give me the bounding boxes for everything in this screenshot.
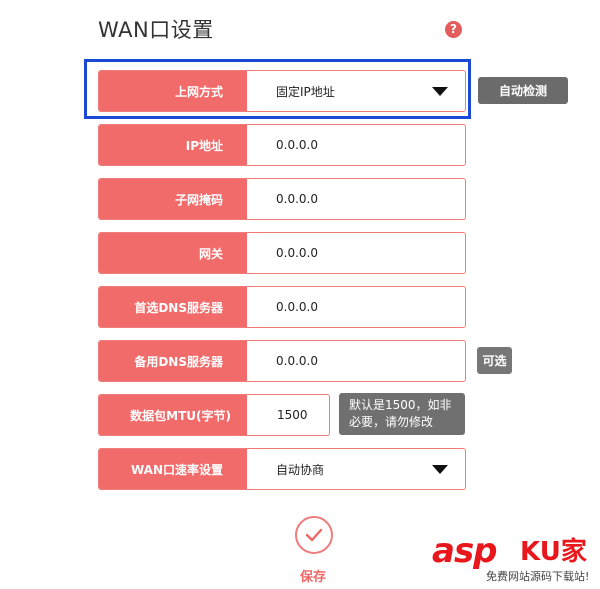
gateway-label: 网关 xyxy=(99,233,247,273)
mtu-field[interactable]: 数据包MTU(字节) 1500 xyxy=(98,394,330,436)
mtu-tip-line2: 必要，请勿修改 xyxy=(349,415,434,429)
connection-type-value[interactable]: 固定IP地址 xyxy=(276,71,335,111)
help-icon[interactable]: ? xyxy=(445,21,462,38)
gateway-field[interactable]: 网关 0.0.0.0 xyxy=(98,232,466,274)
ip-address-field[interactable]: IP地址 0.0.0.0 xyxy=(98,124,466,166)
secondary-dns-field[interactable]: 备用DNS服务器 0.0.0.0 xyxy=(98,340,466,382)
watermark-asp: asp xyxy=(432,531,498,571)
gateway-input[interactable]: 0.0.0.0 xyxy=(276,233,318,273)
watermark-subtitle: 免费网站源码下载站! xyxy=(486,570,590,583)
checkmark-icon xyxy=(305,528,323,542)
wan-speed-select[interactable]: WAN口速率设置 自动协商 xyxy=(98,448,466,490)
watermark-logo: asp KU家 免费网站源码下载站! xyxy=(432,531,592,583)
chevron-down-icon[interactable] xyxy=(432,465,448,474)
wan-speed-label: WAN口速率设置 xyxy=(99,449,247,489)
auto-detect-button[interactable]: 自动检测 xyxy=(478,77,568,104)
mtu-tip: 默认是1500，如非 必要，请勿修改 xyxy=(339,393,465,435)
optional-badge: 可选 xyxy=(477,347,512,374)
subnet-mask-field[interactable]: 子网掩码 0.0.0.0 xyxy=(98,178,466,220)
primary-dns-input[interactable]: 0.0.0.0 xyxy=(276,287,318,327)
ip-address-label: IP地址 xyxy=(99,125,247,165)
primary-dns-label: 首选DNS服务器 xyxy=(99,287,247,327)
mtu-input[interactable]: 1500 xyxy=(277,395,308,435)
subnet-mask-label: 子网掩码 xyxy=(99,179,247,219)
subnet-mask-input[interactable]: 0.0.0.0 xyxy=(276,179,318,219)
connection-type-label: 上网方式 xyxy=(99,71,247,111)
page-title: WAN口设置 xyxy=(98,18,214,42)
chevron-down-icon[interactable] xyxy=(432,87,448,96)
save-label[interactable]: 保存 xyxy=(300,566,326,585)
wan-speed-value[interactable]: 自动协商 xyxy=(276,449,324,489)
watermark-ku: KU家 xyxy=(520,537,587,567)
ip-address-input[interactable]: 0.0.0.0 xyxy=(276,125,318,165)
connection-type-select[interactable]: 上网方式 固定IP地址 xyxy=(98,70,466,112)
primary-dns-field[interactable]: 首选DNS服务器 0.0.0.0 xyxy=(98,286,466,328)
secondary-dns-label: 备用DNS服务器 xyxy=(99,341,247,381)
mtu-tip-line1: 默认是1500，如非 xyxy=(349,398,452,412)
save-button[interactable] xyxy=(295,516,333,554)
mtu-label: 数据包MTU(字节) xyxy=(99,395,247,435)
secondary-dns-input[interactable]: 0.0.0.0 xyxy=(276,341,318,381)
